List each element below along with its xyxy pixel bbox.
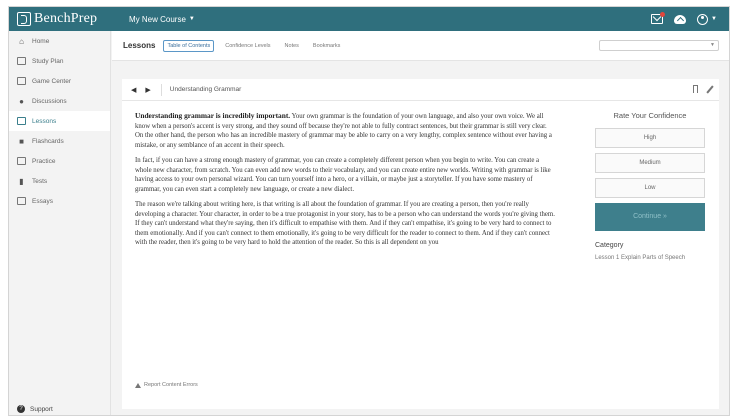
sidebar-item-essays[interactable]: Essays (9, 191, 110, 211)
app-window: BenchPrep My New Course ▼ ▼ ⌂ Home Study… (8, 6, 730, 416)
paragraph-2: In fact, if you can have a strong enough… (135, 157, 551, 193)
sidebar-item-label: Discussions (32, 97, 67, 105)
sidebar: ⌂ Home Study Plan Game Center ● Discussi… (9, 31, 111, 415)
practice-icon (17, 157, 26, 165)
category-value: Lesson 1 Explain Parts of Speech (595, 255, 686, 261)
flashcards-icon: ■ (19, 136, 24, 146)
continue-button[interactable]: Continue » (595, 203, 705, 231)
next-lesson-icon[interactable]: ▶ (145, 86, 150, 94)
chevron-down-icon: ▼ (710, 42, 715, 48)
lesson-nav-bar: ◀ ▶ Understanding Grammar (122, 79, 719, 101)
tab-confidence-levels[interactable]: Confidence Levels (222, 41, 273, 51)
confidence-low-button[interactable]: Low (595, 178, 705, 198)
study-plan-icon (17, 57, 26, 65)
discussions-icon: ● (19, 96, 24, 106)
sidebar-item-label: Home (32, 37, 50, 45)
lesson-select-dropdown[interactable]: ▼ (599, 40, 719, 51)
caret-down-icon: ▼ (188, 16, 195, 22)
sidebar-item-game-center[interactable]: Game Center (9, 71, 110, 91)
user-caret-down-icon: ▼ (711, 16, 717, 22)
sidebar-item-study-plan[interactable]: Study Plan (9, 51, 110, 71)
paragraph-1: Understanding grammar is incredibly impo… (135, 111, 555, 150)
lessons-icon (17, 117, 26, 125)
sidebar-item-label: Study Plan (32, 57, 64, 65)
lesson-article: Understanding grammar is incredibly impo… (135, 111, 555, 254)
main-area: Lessons Table of Contents Confidence Lev… (112, 31, 729, 415)
paragraph-3: The reason we're talking about writing h… (135, 201, 555, 246)
tab-bookmarks[interactable]: Bookmarks (310, 41, 344, 51)
essays-icon (17, 197, 26, 205)
sidebar-item-label: Game Center (32, 77, 72, 85)
lessons-bar: Lessons Table of Contents Confidence Lev… (112, 31, 729, 61)
support-link[interactable]: ? Support (17, 405, 53, 413)
sidebar-item-tests[interactable]: ▮ Tests (9, 171, 110, 191)
sidebar-item-home[interactable]: ⌂ Home (9, 31, 110, 51)
sidebar-item-label: Essays (32, 197, 53, 205)
lesson-card: ◀ ▶ Understanding Grammar Understanding … (122, 79, 719, 409)
confidence-medium-button[interactable]: Medium (595, 153, 705, 173)
lead-sentence: Understanding grammar is incredibly impo… (135, 111, 291, 120)
top-bar: BenchPrep My New Course ▼ ▼ (9, 7, 729, 31)
bookmark-icon[interactable] (693, 85, 698, 93)
sidebar-item-discussions[interactable]: ● Discussions (9, 91, 110, 111)
confidence-high-button[interactable]: High (595, 128, 705, 148)
user-avatar-icon (697, 13, 709, 25)
sidebar-item-label: Practice (32, 157, 56, 165)
sidebar-item-practice[interactable]: Practice (9, 151, 110, 171)
logo-text: BenchPrep (34, 11, 98, 26)
tab-notes[interactable]: Notes (282, 41, 302, 51)
game-center-icon (17, 77, 26, 85)
tests-icon: ▮ (19, 176, 24, 186)
warning-icon (135, 382, 141, 388)
report-content-errors-link[interactable]: Report Content Errors (135, 382, 198, 388)
home-icon: ⌂ (19, 36, 24, 46)
tab-table-of-contents[interactable]: Table of Contents (163, 39, 215, 52)
sidebar-item-flashcards[interactable]: ■ Flashcards (9, 131, 110, 151)
category-label: Category (595, 242, 624, 249)
mail-icon[interactable] (651, 12, 666, 24)
prev-lesson-icon[interactable]: ◀ (131, 86, 136, 94)
user-menu[interactable]: ▼ (697, 13, 717, 25)
rate-confidence-title: Rate Your Confidence (613, 111, 687, 120)
lessons-title: Lessons (123, 41, 156, 50)
sidebar-item-label: Flashcards (32, 137, 64, 145)
support-label: Support (30, 405, 53, 413)
cloud-download-icon[interactable] (674, 14, 687, 24)
sidebar-item-lessons[interactable]: Lessons (9, 111, 110, 131)
sidebar-item-label: Tests (32, 177, 48, 185)
course-selector[interactable]: My New Course ▼ (129, 15, 195, 24)
breadcrumb: Understanding Grammar (160, 83, 241, 96)
course-selector-label: My New Course (129, 14, 186, 24)
sidebar-item-label: Lessons (32, 117, 57, 125)
edit-note-icon[interactable] (706, 85, 714, 94)
report-label: Report Content Errors (144, 382, 198, 388)
help-icon: ? (17, 405, 25, 413)
benchprep-logo-icon (17, 12, 31, 26)
confidence-panel: Rate Your Confidence High Medium Low Con… (595, 111, 705, 263)
logo[interactable]: BenchPrep (17, 11, 129, 27)
notification-badge (660, 12, 666, 17)
